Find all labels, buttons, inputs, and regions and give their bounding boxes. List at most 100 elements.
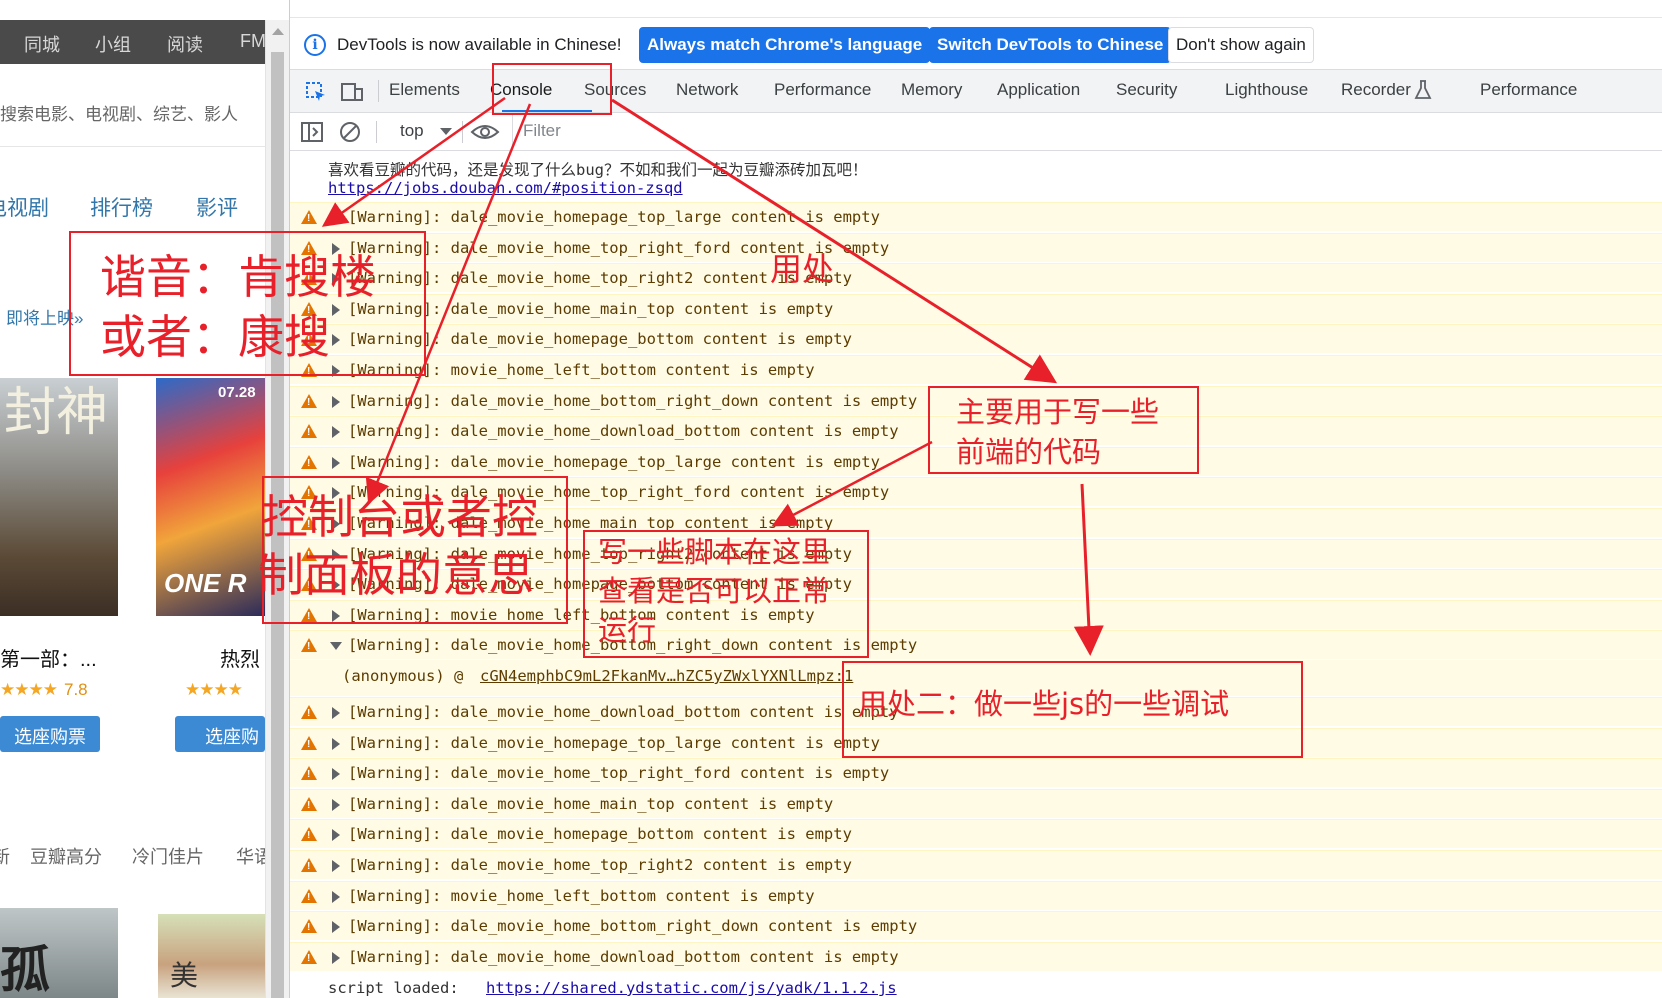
expand-triangle-icon[interactable] [332, 426, 340, 439]
tab-reviews[interactable]: 影评 [196, 192, 238, 222]
expand-triangle-icon[interactable] [332, 242, 340, 255]
sidebar-toggle-icon[interactable] [300, 120, 324, 144]
tab-network[interactable]: Network [676, 80, 738, 100]
tab-rankings[interactable]: 排行榜 [90, 192, 153, 222]
expand-triangle-icon[interactable] [332, 365, 340, 377]
movie-poster[interactable]: 07.28 ONE R [156, 378, 265, 616]
expand-triangle-icon[interactable] [332, 579, 340, 592]
warning-row[interactable]: [Warning]: dale_movie_home_main_top cont… [290, 293, 1662, 323]
expand-triangle-icon[interactable] [332, 518, 340, 530]
warning-row[interactable]: [Warning]: dale_movie_home_top_right_for… [290, 758, 1662, 788]
expand-triangle-icon[interactable] [332, 921, 340, 934]
search-input[interactable]: 搜索电影、电视剧、综艺、影人 [0, 100, 238, 125]
movie-poster[interactable]: 美 [158, 914, 265, 998]
warning-row[interactable]: [Warning]: dale_movie_home_top_right_for… [290, 477, 1662, 507]
expand-triangle-icon[interactable] [332, 456, 340, 469]
tab-security[interactable]: Security [1116, 80, 1177, 100]
warning-row[interactable]: [Warning]: movie_home_left_bottom conten… [290, 880, 1662, 910]
warning-row[interactable]: [Warning]: dale_movie_home_top_right2 co… [290, 263, 1662, 293]
tab-console[interactable]: Console [490, 80, 552, 100]
expand-triangle-icon[interactable] [332, 303, 340, 316]
switch-to-chinese-button[interactable]: Switch DevTools to Chinese [929, 27, 1172, 63]
console-filter-input[interactable] [512, 115, 1660, 147]
scroll-up-arrow-icon[interactable] [272, 28, 284, 35]
context-selector[interactable]: top [400, 121, 424, 141]
tab-memory[interactable]: Memory [901, 80, 962, 100]
poster-title: ONE R [164, 568, 247, 598]
warning-row[interactable]: [Warning]: dale_movie_home_top_right2 co… [290, 538, 1662, 568]
category-tab[interactable]: 新 [0, 843, 10, 869]
warning-row[interactable]: [Warning]: dale_movie_home_bottom_right_… [290, 385, 1662, 415]
expand-triangle-icon[interactable] [332, 395, 340, 408]
warning-row[interactable]: [Warning]: dale_movie_homepage_top_large… [290, 446, 1662, 476]
scrollbar-thumb[interactable] [271, 52, 284, 998]
warning-row[interactable]: [Warning]: dale_movie_homepage_bottom co… [290, 569, 1662, 599]
expand-triangle-icon[interactable] [332, 798, 340, 811]
warning-row[interactable]: [Warning]: dale_movie_home_download_bott… [290, 697, 1662, 726]
expand-triangle-icon[interactable] [332, 890, 340, 903]
warning-row[interactable]: [Warning]: dale_movie_home_download_bott… [290, 416, 1662, 446]
warning-row[interactable]: [Warning]: dale_movie_home_bottom_right_… [290, 911, 1662, 941]
tab-elements[interactable]: Elements [389, 80, 460, 100]
warning-row[interactable]: [Warning]: movie_home_left_bottom conten… [290, 355, 1662, 384]
expand-triangle-icon[interactable] [332, 487, 340, 500]
buy-ticket-button[interactable]: 选座购票 [0, 716, 100, 752]
warning-text: [Warning]: dale_movie_home_bottom_right_… [348, 636, 918, 655]
warning-row[interactable]: [Warning]: dale_movie_home_top_right_for… [290, 232, 1662, 262]
expand-triangle-icon[interactable] [332, 609, 340, 622]
nav-link-read[interactable]: 阅读 [167, 31, 203, 57]
warning-row[interactable]: [Warning]: movie_home_left_bottom conten… [290, 599, 1662, 629]
warning-row[interactable]: [Warning]: dale_movie_homepage_bottom co… [290, 324, 1662, 354]
nav-link-fm[interactable]: FM [240, 31, 265, 52]
warning-row[interactable]: [Warning]: dale_movie_homepage_bottom co… [290, 819, 1662, 849]
warning-text: [Warning]: dale_movie_homepage_top_large… [348, 733, 880, 752]
warning-row[interactable]: [Warning]: dale_movie_homepage_top_large… [290, 727, 1662, 757]
coming-soon-link[interactable]: 即将上映» [6, 304, 83, 329]
inspect-element-icon[interactable] [304, 80, 328, 104]
expand-triangle-icon[interactable] [332, 737, 340, 750]
stack-source-link[interactable]: cGN4emphbC9mL2FkanMv…hZC5yZWxlYXNlLmpz:1 [480, 667, 853, 685]
live-expression-eye-icon[interactable] [470, 120, 500, 144]
expand-triangle-icon[interactable] [332, 707, 340, 719]
warning-row[interactable]: [Warning]: dale_movie_home_main_top cont… [290, 788, 1662, 818]
tab-application[interactable]: Application [997, 80, 1080, 100]
warning-row[interactable]: [Warning]: dale_movie_home_bottom_right_… [290, 630, 1662, 660]
nav-link-tongcheng[interactable]: 同城 [24, 31, 60, 57]
clear-console-icon[interactable] [338, 120, 362, 144]
device-toolbar-icon[interactable] [340, 80, 364, 104]
category-tab[interactable]: 华语 [236, 843, 265, 869]
movie-title[interactable]: 热烈 [220, 643, 260, 672]
expand-triangle-icon[interactable] [332, 860, 340, 872]
tab-lighthouse[interactable]: Lighthouse [1225, 80, 1308, 100]
tab-recorder[interactable]: Recorder [1341, 80, 1411, 100]
tab-sources[interactable]: Sources [584, 80, 646, 100]
movie-poster[interactable]: 孤 [0, 908, 118, 998]
warning-row[interactable]: [Warning]: dale_movie_home_download_bott… [290, 941, 1662, 971]
expand-triangle-icon[interactable] [332, 829, 340, 842]
category-tab[interactable]: 冷门佳片 [132, 843, 204, 869]
dont-show-again-button[interactable]: Don't show again [1168, 27, 1314, 63]
warning-row[interactable]: [Warning]: dale_movie_home_main_top cont… [290, 508, 1662, 537]
tab-tv[interactable]: 电视剧 [0, 192, 49, 222]
warning-row[interactable]: [Warning]: dale_movie_home_top_right2 co… [290, 850, 1662, 879]
buy-ticket-button[interactable]: 选座购票 [175, 716, 265, 773]
expand-triangle-icon[interactable] [332, 548, 340, 561]
movie-poster[interactable]: 封神 [0, 378, 118, 616]
expand-triangle-icon[interactable] [332, 951, 340, 964]
expand-triangle-icon[interactable] [332, 273, 340, 286]
expand-triangle-icon[interactable] [332, 334, 340, 347]
tab-performance-insights[interactable]: Performance [1480, 80, 1577, 100]
category-tab[interactable]: 豆瓣高分 [30, 843, 102, 869]
match-language-button[interactable]: Always match Chrome's language [639, 27, 931, 63]
jobs-link[interactable]: https://jobs.douban.com/#position-zsqd [328, 179, 683, 197]
warning-row[interactable]: [Warning]: dale_movie_homepage_top_large… [290, 202, 1662, 231]
collapse-triangle-icon[interactable] [330, 642, 342, 651]
tab-performance[interactable]: Performance [774, 80, 871, 100]
chevron-down-icon[interactable] [440, 128, 452, 135]
nav-link-group[interactable]: 小组 [95, 31, 131, 57]
script-link[interactable]: https://shared.ydstatic.com/js/yadk/1.1.… [486, 979, 897, 997]
movie-title[interactable]: 第一部：... [0, 643, 97, 672]
expand-triangle-icon[interactable] [332, 212, 340, 224]
expand-triangle-icon[interactable] [332, 768, 340, 781]
page-scrollbar[interactable] [265, 20, 289, 998]
